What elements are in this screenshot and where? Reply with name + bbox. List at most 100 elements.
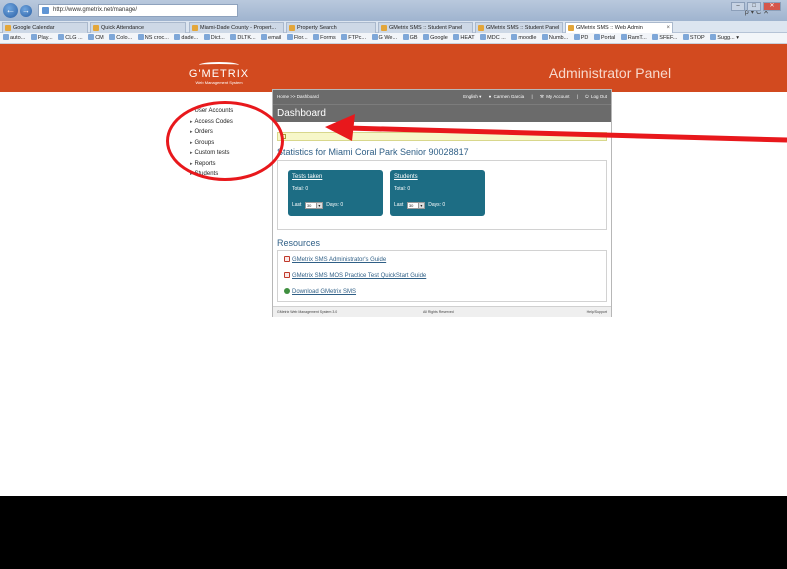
logo-subtitle: Web Management System [195, 80, 243, 85]
bookmark-item[interactable]: Colo... [109, 33, 132, 43]
bookmark-item[interactable]: email [261, 33, 281, 43]
language-select[interactable]: English ▾ [463, 94, 481, 99]
tab-label: Miami-Dade County - Propert... [200, 25, 277, 31]
bookmark-item[interactable]: Sugg... ▾ [710, 33, 739, 43]
help-support-link[interactable]: Help/Support [587, 307, 607, 318]
address-bar[interactable]: http://www.gmetrix.net/manage/ [38, 4, 238, 17]
browser-tab-active[interactable]: GMetrix SMS :: Web Admin × [565, 22, 673, 33]
close-window-button[interactable]: ✕ [763, 2, 781, 11]
admin-guide-link[interactable]: GMetrix SMS Administrator's Guide [284, 256, 386, 263]
address-text: http://www.gmetrix.net/manage/ [53, 7, 138, 13]
bookmark-item[interactable]: MDC ... [480, 33, 506, 43]
tab-favicon-icon [478, 25, 484, 31]
tab-favicon-icon [93, 25, 99, 31]
dashboard-panel: Home >> Dashboard English ▾ ● Carmen Gar… [272, 89, 612, 317]
tab-label: Google Calendar [13, 25, 55, 31]
bookmark-icon [620, 34, 627, 40]
tests-total: Total: 0 [292, 186, 309, 192]
tab-close-icon[interactable]: × [666, 23, 670, 33]
browser-tab[interactable]: GMetrix SMS :: Student Panel [475, 22, 563, 33]
bookmark-item[interactable]: Forms [313, 33, 336, 43]
students-card: Students Total: 0 Last 30 ▾ Days: 0 [390, 170, 485, 216]
black-bar [0, 496, 787, 569]
bookmark-item[interactable]: CLG ... [58, 33, 83, 43]
bookmark-item[interactable]: FTPc... [341, 33, 366, 43]
resources-title: Resources [277, 238, 321, 248]
sidebar-nav: ▸ User Accounts ▸ Access Codes ▸ Orders ▸ Gr… [190, 106, 270, 180]
bookmark-icon [174, 34, 181, 40]
sidebar-item-groups[interactable]: ▸ Groups [190, 138, 270, 149]
sidebar-item-orders[interactable]: ▸ Orders [190, 127, 270, 138]
bookmark-icon [109, 34, 116, 40]
bookmarks-bar: auto... Play... CLG ... CM Colo... NS cr… [0, 33, 787, 44]
browser-tab[interactable]: Google Calendar [2, 22, 88, 33]
bookmark-item[interactable]: HEAT [453, 33, 475, 43]
bookmark-item[interactable]: Dict... [203, 33, 225, 43]
bookmark-item[interactable]: DLTK... [230, 33, 256, 43]
download-icon [284, 288, 290, 294]
panel-footer: GMetrix Web Management System 3.0 All Ri… [273, 306, 611, 317]
chevron-down-icon: ▾ [417, 203, 424, 208]
bookmark-item[interactable]: moodle [511, 33, 536, 43]
triangle-right-icon: ▸ [190, 139, 193, 146]
browser-tab[interactable]: Property Search [286, 22, 376, 33]
sidebar-item-students[interactable]: ▸ Students [190, 169, 270, 180]
tests-last-row: Last 30 ▾ Days: 0 [292, 201, 343, 210]
minimize-button[interactable]: – [731, 2, 745, 11]
bookmark-item[interactable]: Play... [30, 33, 53, 43]
user-name: Carmen Garcia [493, 94, 525, 99]
triangle-right-icon: ▸ [190, 150, 193, 156]
maximize-button[interactable]: □ [747, 2, 761, 11]
bookmark-item[interactable]: G We... [371, 33, 397, 43]
bookmark-icon [313, 34, 320, 40]
sidebar-item-reports[interactable]: ▸ Reports [190, 159, 270, 170]
bookmark-icon [402, 34, 409, 40]
download-sms-link[interactable]: Download GMetrix SMS [284, 288, 356, 295]
bookmark-item[interactable]: Google [423, 33, 448, 43]
bookmark-item[interactable]: STOP [682, 33, 705, 43]
bookmark-item[interactable]: Flor... [286, 33, 308, 43]
browser-tab[interactable]: Miami-Dade County - Propert... [189, 22, 284, 33]
bookmark-item[interactable]: auto... [3, 33, 25, 43]
tab-favicon-icon [289, 25, 295, 31]
bookmark-item[interactable]: Numb... [541, 33, 568, 43]
bookmark-item[interactable]: GB [402, 33, 418, 43]
bookmark-item[interactable]: dade... [174, 33, 198, 43]
bookmark-icon [573, 34, 580, 40]
breadcrumb[interactable]: Home >> Dashboard [277, 90, 319, 104]
bookmark-item[interactable]: RamT... [620, 33, 647, 43]
bookmark-item[interactable]: Portal [593, 33, 615, 43]
browser-tab[interactable]: Quick Attendance [90, 22, 186, 33]
bookmark-icon [88, 34, 95, 40]
quickstart-guide-link[interactable]: GMetrix SMS MOS Practice Test QuickStart… [284, 272, 426, 279]
dashboard-heading: Dashboard [273, 104, 611, 122]
students-total: Total: 0 [394, 186, 411, 192]
students-link[interactable]: Students [394, 174, 418, 180]
chevron-down-icon: ▾ [315, 203, 322, 208]
sidebar-item-custom-tests[interactable]: ▸ Custom tests [190, 148, 270, 159]
bookmark-icon [30, 34, 37, 40]
bookmark-icon [3, 34, 9, 40]
bookmark-icon [203, 34, 210, 40]
log-out-link[interactable]: Log Out [591, 94, 607, 99]
gmetrix-logo[interactable]: G'METRIX Web Management System [184, 62, 254, 90]
bookmark-icon [593, 34, 600, 40]
user-icon: ● [488, 94, 492, 99]
sidebar-item-user-accounts[interactable]: ▸ User Accounts [190, 106, 270, 117]
forward-button[interactable]: → [20, 5, 32, 17]
days-select[interactable]: 30 ▾ [406, 202, 425, 209]
back-button[interactable]: ← [3, 3, 18, 18]
days-select[interactable]: 30 ▾ [304, 202, 323, 209]
bookmark-icon [480, 34, 487, 40]
bookmark-item[interactable]: SFEF... [652, 33, 677, 43]
sidebar-item-access-codes[interactable]: ▸ Access Codes [190, 117, 270, 128]
browser-tab[interactable]: GMetrix SMS :: Student Panel [378, 22, 473, 33]
resource-label: GMetrix SMS MOS Practice Test QuickStart… [292, 273, 427, 279]
my-account-link[interactable]: My Account [546, 94, 569, 99]
header-top-strip [0, 44, 787, 60]
wrench-icon: ⚒ [539, 94, 544, 99]
tests-taken-link[interactable]: Tests taken [292, 174, 322, 180]
bookmark-item[interactable]: CM [88, 33, 104, 43]
bookmark-item[interactable]: PD [573, 33, 588, 43]
bookmark-item[interactable]: NS croc... [137, 33, 169, 43]
